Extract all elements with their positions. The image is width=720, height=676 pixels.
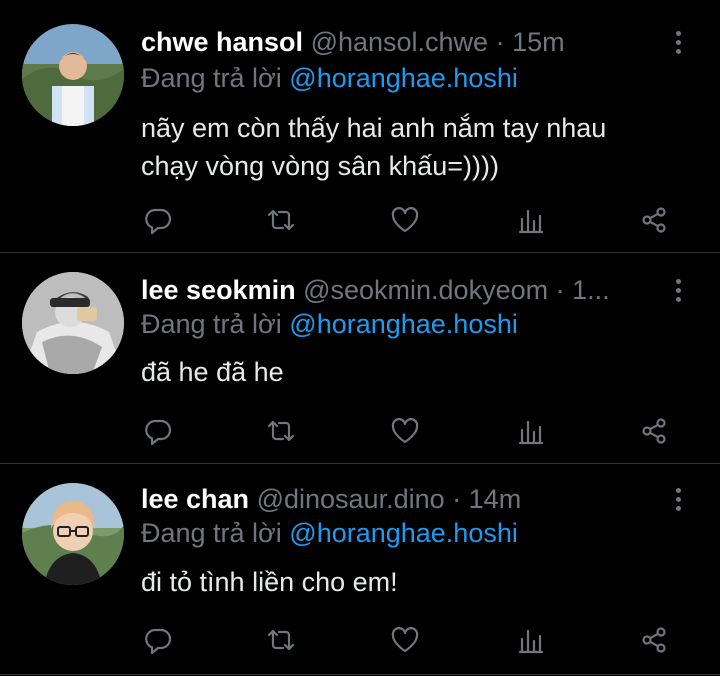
share-icon[interactable] [637,623,671,657]
avatar-photo-icon [22,483,124,585]
avatar[interactable] [22,24,124,126]
tweet-header: lee chan @dinosaur.dino · 14m [141,479,666,519]
replying-to-link[interactable]: @horanghae.hoshi [289,63,518,93]
avatar-photo-icon [22,272,124,374]
views-icon[interactable] [514,623,548,657]
display-name[interactable]: lee seokmin [141,275,296,305]
retweet-icon[interactable] [264,623,298,657]
avatar-photo-icon [22,24,124,126]
replying-to-link[interactable]: @horanghae.hoshi [289,518,518,548]
reply-icon[interactable] [141,414,175,448]
action-bar [141,414,681,454]
timestamp[interactable]: 1... [572,275,610,305]
timestamp[interactable]: 15m [512,27,565,57]
timestamp[interactable]: 14m [469,484,522,514]
reply-icon[interactable] [141,203,175,237]
tweet-item[interactable]: lee chan @dinosaur.dino · 14m Đang trả l… [0,463,720,676]
more-options-icon[interactable] [666,479,690,519]
display-name[interactable]: chwe hansol [141,27,303,57]
replying-to-link[interactable]: @horanghae.hoshi [289,309,518,339]
avatar[interactable] [22,483,124,585]
share-icon[interactable] [637,414,671,448]
avatar[interactable] [22,272,124,374]
tweet-text-line: đi tỏ tình liền cho em! [141,567,398,597]
tweet-item[interactable]: lee seokmin @seokmin.dokyeom · 1... Đang… [0,252,720,463]
replying-to: Đang trả lời @horanghae.hoshi [141,515,518,551]
display-name[interactable]: lee chan [141,484,249,514]
retweet-icon[interactable] [264,203,298,237]
replying-to: Đang trả lời @horanghae.hoshi [141,306,518,342]
more-options-icon[interactable] [666,22,690,62]
separator-dot: · [495,27,505,57]
tweet-text: nãy em còn thấy hai anh nắm tay nhau chạ… [141,109,681,185]
like-icon[interactable] [388,203,422,237]
tweet-text: đã he đã he [141,353,681,391]
tweet-text: đi tỏ tình liền cho em! [141,563,681,601]
reply-feed: chwe hansol @hansol.chwe · 15m Đang trả … [0,0,720,676]
more-options-icon[interactable] [666,270,690,310]
tweet-divider [0,674,720,675]
like-icon[interactable] [388,623,422,657]
views-icon[interactable] [514,203,548,237]
separator-dot: · [555,275,565,305]
retweet-icon[interactable] [264,414,298,448]
user-handle[interactable]: @seokmin.dokyeom [303,275,548,305]
tweet-header: chwe hansol @hansol.chwe · 15m [141,22,666,62]
replying-to-label: Đang trả lời [141,518,282,548]
reply-icon[interactable] [141,623,175,657]
like-icon[interactable] [388,414,422,448]
replying-to-label: Đang trả lời [141,63,282,93]
separator-dot: · [452,484,462,514]
user-handle[interactable]: @dinosaur.dino [257,484,445,514]
action-bar [141,623,681,663]
views-icon[interactable] [514,414,548,448]
replying-to: Đang trả lời @horanghae.hoshi [141,60,518,96]
tweet-text-line: đã he đã he [141,357,284,387]
tweet-text-line: nãy em còn thấy hai anh nắm tay nhau [141,113,607,143]
share-icon[interactable] [637,203,671,237]
tweet-header: lee seokmin @seokmin.dokyeom · 1... [141,270,666,310]
replying-to-label: Đang trả lời [141,309,282,339]
tweet-item[interactable]: chwe hansol @hansol.chwe · 15m Đang trả … [0,0,720,252]
user-handle[interactable]: @hansol.chwe [311,27,489,57]
action-bar [141,203,681,243]
tweet-text-line: chạy vòng vòng sân khấu=)))) [141,151,499,181]
